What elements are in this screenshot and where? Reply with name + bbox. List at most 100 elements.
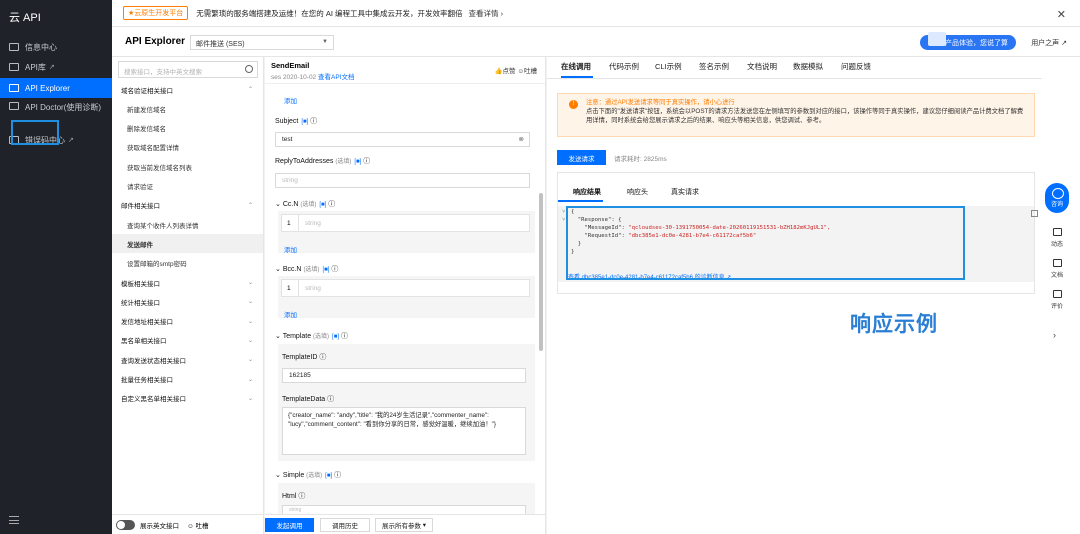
history-button[interactable]: 调用历史: [320, 518, 370, 532]
nav-item[interactable]: API库 ↗: [0, 57, 112, 77]
banner-tag: ★云原生开发平台: [123, 6, 189, 20]
bcc-label: ⌄ Bcc.N (选填) [■] ⓘ: [275, 266, 339, 273]
fold-icon[interactable]: ˅: [562, 208, 565, 216]
tab-5[interactable]: 数据模拟: [793, 61, 823, 72]
api-row-label: 发送邮件: [127, 241, 153, 249]
chevron-icon: ⌄: [247, 337, 253, 344]
add-link[interactable]: 添加: [284, 95, 297, 105]
api-item[interactable]: 获取域名配置详情: [112, 138, 263, 157]
tab-2[interactable]: CLI示例: [655, 61, 682, 72]
external-link-icon: ↗: [68, 137, 74, 144]
replyto-input[interactable]: string: [275, 173, 530, 188]
api-group[interactable]: 发信地址相关接口 ⌄: [112, 312, 263, 331]
tab-4[interactable]: 文档说明: [747, 61, 777, 72]
result-panel: 在线调用 代码示例 CLI示例 签名示例 文档说明 数据模拟 问题反馈 ! 注意：通过API…: [547, 57, 1042, 534]
like-feedback[interactable]: 👍点赞 ☺吐槽: [494, 65, 537, 75]
api-row-label: 设置邮箱的smtp密码: [127, 261, 187, 269]
nav-item-label: API库: [25, 62, 46, 72]
api-group[interactable]: 模板相关接口 ⌄: [112, 273, 263, 292]
api-row-label: 删除发信域名: [127, 126, 166, 134]
copy-icon[interactable]: [1031, 210, 1038, 217]
response-tab-highlight: [11, 120, 59, 145]
api-group[interactable]: 统计相关接口 ⌄: [112, 292, 263, 311]
api-row-label: 黑名单相关接口: [121, 338, 167, 346]
html-input[interactable]: string: [282, 505, 526, 514]
banner-more-link[interactable]: 查看详情 ›: [469, 8, 504, 19]
chevron-icon: ⌄: [247, 318, 253, 325]
english-toggle-label: 展示英文接口: [140, 522, 179, 530]
template-id-input[interactable]: 162185: [282, 368, 526, 383]
promo-button[interactable]: 产品体验，您说了算: [920, 32, 1016, 50]
close-icon[interactable]: ✕: [1057, 8, 1066, 21]
template-data-input[interactable]: {"creator_name": "andy","title": "我的24岁生…: [282, 407, 526, 455]
api-item[interactable]: 发送邮件: [112, 234, 263, 254]
response-highlight: [566, 206, 965, 280]
clear-icon[interactable]: ⊗: [519, 135, 524, 143]
sub-tab-2[interactable]: 真实请求: [671, 187, 699, 197]
float-item[interactable]: 动态: [1046, 228, 1068, 248]
tab-6[interactable]: 问题反馈: [841, 61, 871, 72]
send-request-button[interactable]: 发送请求: [557, 150, 606, 165]
feedback-link[interactable]: ☺ 吐槽: [187, 520, 208, 530]
api-group[interactable]: 查询发送状态相关接口 ⌄: [112, 350, 263, 369]
promo-label: 产品体验，您说了算: [945, 39, 1008, 47]
chevron-icon: ⌄: [247, 299, 253, 306]
api-item[interactable]: 设置邮箱的smtp密码: [112, 254, 263, 273]
cc-item[interactable]: 1 string: [281, 214, 530, 232]
search-placeholder: 搜索接口，支持中英文搜索: [124, 69, 202, 76]
bcc-item[interactable]: 1 string: [281, 279, 530, 297]
cloud-icon: [1052, 228, 1062, 236]
tab-1[interactable]: 代码示例: [609, 61, 639, 72]
api-group[interactable]: 黑名单相关接口 ⌄: [112, 331, 263, 350]
consult-button[interactable]: 咨询: [1045, 183, 1069, 213]
warning-title: 注意：通过API发送请求等同于真实操作，请小心进行: [586, 99, 735, 106]
banner-message: 无需繁琐的服务端搭建及运维！在您的 AI 编程工具中集成云开发，开发效率翻倍: [196, 8, 463, 18]
subject-input[interactable]: test ⊗: [275, 132, 530, 147]
simple-label: ⌄ Simple (选填) [■] ⓘ: [275, 472, 342, 479]
cc-label: ⌄ Cc.N (选填) [■] ⓘ: [275, 201, 336, 208]
tab-0[interactable]: 在线调用: [561, 61, 591, 72]
subject-label: Subject [■] ⓘ: [275, 118, 318, 125]
chevron-right-icon[interactable]: ›: [1053, 330, 1056, 340]
cc-add-link[interactable]: 添加: [284, 244, 297, 254]
api-version: ses 2020-10-02 查看API文档: [271, 74, 355, 81]
chevron-icon: ⌄: [247, 280, 253, 286]
api-row-label: 统计相关接口: [121, 299, 160, 307]
api-group[interactable]: 域名验证相关接口 ⌃: [112, 80, 263, 99]
api-item[interactable]: 获取当前发信域名列表: [112, 157, 263, 176]
warning-icon: !: [569, 100, 578, 109]
chevron-down-icon: ▼: [322, 39, 328, 45]
api-item[interactable]: 请求验证: [112, 177, 263, 196]
english-toggle[interactable]: [116, 519, 135, 530]
api-group[interactable]: 自定义黑名单相关接口 ⌄: [112, 389, 263, 408]
api-group[interactable]: 邮件相关接口 ⌃: [112, 196, 263, 215]
user-voice-link[interactable]: 用户之声 ↗: [1031, 38, 1067, 48]
book-icon: [9, 63, 19, 71]
sub-tab-1[interactable]: 响应头: [627, 187, 648, 197]
tab-3[interactable]: 签名示例: [699, 61, 729, 72]
doc-icon: [1052, 259, 1062, 267]
api-item[interactable]: 新建发信域名: [112, 99, 263, 118]
api-group[interactable]: 批量任务相关接口 ⌄: [112, 370, 263, 389]
sub-tab-0[interactable]: 响应结果: [573, 187, 601, 197]
chevron-icon: ⌃: [247, 87, 253, 93]
api-row-label: 获取当前发信域名列表: [127, 164, 192, 172]
template-id-label: TemplateID ⓘ: [282, 354, 327, 361]
api-item[interactable]: 查询某个收件人列表详情: [112, 215, 263, 234]
bcc-add-link[interactable]: 添加: [284, 309, 297, 319]
show-all-params-button[interactable]: 展示所有参数 ▾: [375, 518, 433, 532]
float-item[interactable]: 评价: [1046, 290, 1068, 310]
params-scrollbar[interactable]: [539, 193, 543, 351]
nav-item-label: 信息中心: [25, 42, 57, 52]
api-doc-link[interactable]: 查看API文档: [318, 74, 354, 81]
nav-item[interactable]: API Explorer: [0, 78, 112, 98]
float-item[interactable]: 文档: [1046, 259, 1068, 279]
search-input[interactable]: 搜索接口，支持中英文搜索: [118, 61, 258, 78]
collapse-nav-icon[interactable]: [9, 516, 19, 524]
nav-item[interactable]: 信息中心: [0, 37, 112, 57]
page-header: API Explorer 邮件推送 (SES) ▼ 产品体验，您说了算 用户之声…: [112, 27, 1080, 57]
api-item[interactable]: 删除发信域名: [112, 119, 263, 138]
service-select[interactable]: 邮件推送 (SES) ▼: [190, 35, 334, 50]
fold-icon[interactable]: ˅: [562, 216, 565, 224]
invoke-button[interactable]: 发起调用: [265, 518, 314, 532]
